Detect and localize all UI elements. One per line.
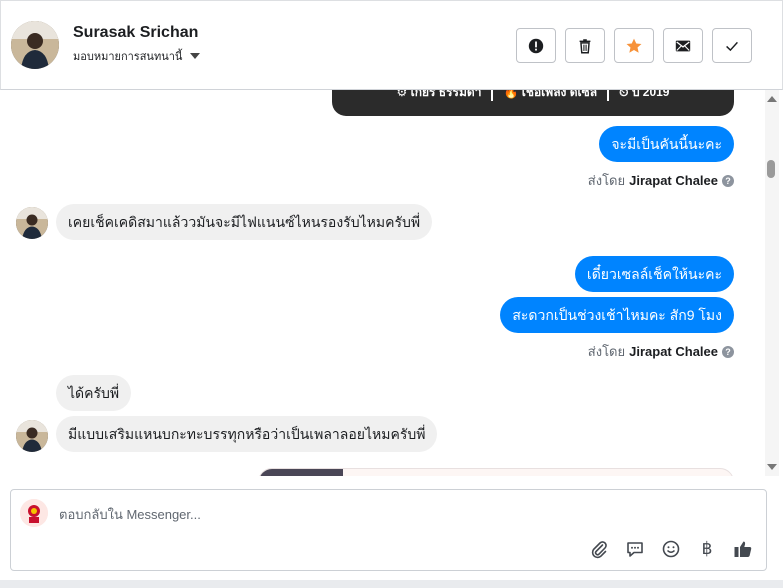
mark-unread-button[interactable]	[663, 28, 703, 63]
baht-icon: ฿	[701, 539, 713, 558]
conversation-header: Surasak Srichan มอบหมายการสนทนานี้	[0, 0, 783, 90]
message-incoming[interactable]: ได้ครับพี่	[56, 375, 132, 411]
mark-spam-button[interactable]	[516, 28, 556, 63]
trash-icon	[579, 38, 591, 53]
message-outgoing[interactable]: เดี๋ยวเซลล์เช็คให้นะคะ	[574, 256, 734, 292]
reply-input[interactable]	[59, 504, 659, 524]
spec-transmission: ⚙ เกียร์ ธรรมดา	[396, 90, 482, 99]
message-outgoing[interactable]: สะดวกเป็นช่วงเช้าไหมคะ สัก9 โมง	[500, 297, 734, 333]
divider	[607, 90, 610, 101]
message-incoming[interactable]: มีแบบเสริมแหนบกะทะบรรทุกหรือว่าเป็นเพลาล…	[56, 416, 438, 452]
attachment-thumbnail	[259, 469, 343, 476]
star-button[interactable]	[614, 28, 654, 63]
page-avatar	[20, 499, 48, 527]
mark-done-button[interactable]	[712, 28, 752, 63]
vehicle-specs: ⚙ เกียร์ ธรรมดา 🔥 เชื้อเพลิง ดีเซล ⏲ ปี …	[332, 90, 734, 102]
thumbs-up-button[interactable]	[732, 538, 754, 560]
help-icon[interactable]: ?	[722, 174, 734, 187]
spec-fuel: 🔥 เชื้อเพลิง ดีเซล	[503, 90, 598, 99]
payment-button[interactable]: ฿	[696, 538, 718, 560]
message-thread[interactable]: ⚙ เกียร์ ธรรมดา 🔥 เชื้อเพลิง ดีเซล ⏲ ปี …	[0, 90, 765, 476]
contact-avatar	[16, 207, 48, 239]
vehicle-card[interactable]: ⚙ เกียร์ ธรรมดา 🔥 เชื้อเพลิง ดีเซล ⏲ ปี …	[332, 90, 734, 116]
thumbs-up-icon	[734, 541, 752, 557]
assign-label: มอบหมายการสนทนานี้	[73, 51, 183, 63]
sent-by-prefix: ส่งโดย	[587, 173, 626, 188]
divider	[491, 90, 494, 101]
emoji-button[interactable]	[660, 538, 682, 560]
message-incoming[interactable]: เคยเช็คเคดิสมาแล้ววมันจะมีไฟแนนซ์ไหนรองร…	[56, 204, 433, 240]
check-icon	[726, 41, 738, 51]
chevron-down-icon	[190, 53, 201, 59]
header-actions	[516, 28, 752, 63]
scroll-up-arrow-icon[interactable]	[767, 96, 777, 102]
spec-year: ⏲ ปี 2019	[619, 90, 670, 99]
reply-composer: ฿	[10, 489, 767, 571]
scroll-thumb[interactable]	[767, 160, 775, 178]
attach-icon	[591, 541, 607, 559]
help-icon[interactable]: ?	[722, 345, 734, 358]
saved-reply-button[interactable]	[624, 538, 646, 560]
sent-by-prefix: ส่งโดย	[587, 344, 626, 359]
star-icon	[626, 38, 642, 53]
composer-toolbar: ฿	[588, 538, 754, 560]
saved-reply-icon	[627, 542, 643, 557]
sent-by-label: ส่งโดย Jirapat Chalee ?	[588, 341, 734, 362]
assign-conversation-dropdown[interactable]: มอบหมายการสนทนานี้	[73, 47, 201, 65]
sent-by-label: ส่งโดย Jirapat Chalee ?	[588, 170, 734, 191]
sent-by-name: Jirapat Chalee	[629, 344, 718, 359]
alert-icon	[528, 38, 544, 53]
bottom-strip	[0, 580, 783, 588]
scroll-down-arrow-icon[interactable]	[767, 464, 777, 470]
thread-scrollbar[interactable]	[765, 90, 779, 476]
contact-avatar[interactable]	[11, 21, 59, 69]
emoji-icon	[662, 540, 680, 558]
delete-button[interactable]	[565, 28, 605, 63]
mail-icon	[675, 40, 691, 51]
contact-name[interactable]: Surasak Srichan	[73, 24, 198, 42]
message-outgoing[interactable]: จะมีเป็นคันนี้นะคะ	[599, 126, 734, 162]
attachment-card[interactable]	[258, 468, 734, 476]
attach-button[interactable]	[588, 538, 610, 560]
sent-by-name: Jirapat Chalee	[629, 173, 718, 188]
contact-avatar	[16, 420, 48, 452]
